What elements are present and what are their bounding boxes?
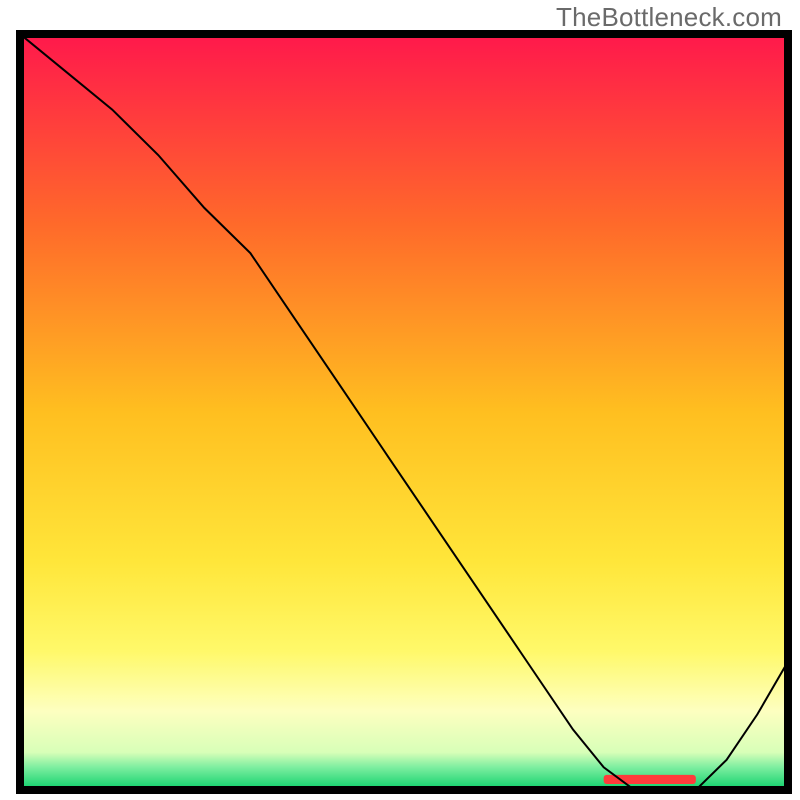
- bottleneck-chart: [0, 0, 800, 800]
- gradient-plot-background: [24, 38, 784, 786]
- chart-frame: TheBottleneck.com: [0, 0, 800, 800]
- watermark-label: TheBottleneck.com: [556, 2, 782, 33]
